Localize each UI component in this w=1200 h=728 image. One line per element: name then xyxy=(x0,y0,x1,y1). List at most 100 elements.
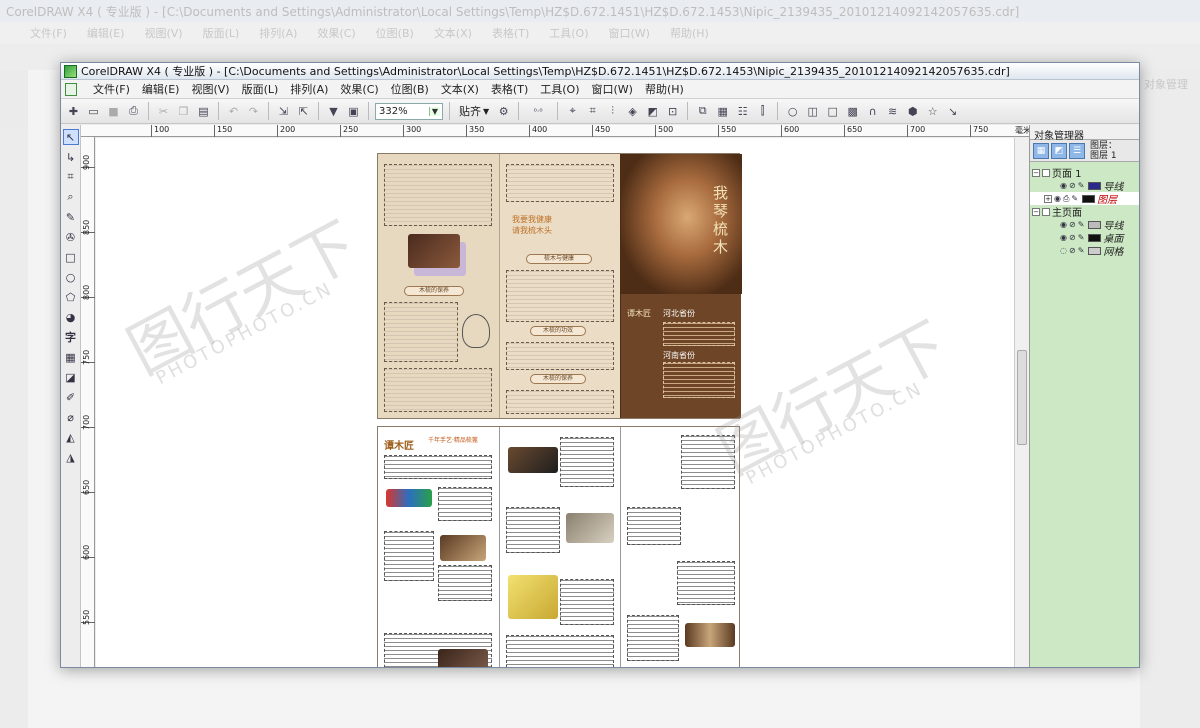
show-properties-icon[interactable]: ▦ xyxy=(1033,142,1049,159)
rectangle-icon[interactable]: □ xyxy=(824,103,841,120)
eye-icon[interactable]: ◉ xyxy=(1060,220,1067,229)
menu-bitmaps[interactable]: 位图(B) xyxy=(385,81,435,97)
tree-master-guides[interactable]: ◉ ⊘ ✎ 导线 xyxy=(1030,218,1139,232)
pick-tool-icon[interactable]: ↖ xyxy=(62,129,79,145)
open-folder-icon[interactable]: ▭ xyxy=(85,103,102,120)
text-frame[interactable] xyxy=(506,342,614,370)
menu-text[interactable]: 文本(X) xyxy=(435,81,485,97)
curve-icon[interactable]: ∩ xyxy=(864,103,881,120)
tree-layer-guides[interactable]: ◉ ⊘ ✎ 导线 xyxy=(1030,179,1139,193)
pencil-icon[interactable]: ✎ xyxy=(1078,233,1085,242)
text-frame[interactable] xyxy=(677,561,735,605)
pencil-icon[interactable]: ✎ xyxy=(1078,220,1085,229)
pencil-icon[interactable]: ✎ xyxy=(1071,194,1078,203)
menu-tools[interactable]: 工具(O) xyxy=(534,81,585,97)
print-icon[interactable]: ⊘ xyxy=(1069,246,1076,255)
text-frame[interactable] xyxy=(384,368,492,412)
text-frame[interactable] xyxy=(438,487,492,521)
ellipse-tool-icon[interactable]: ○ xyxy=(63,269,79,285)
basic-shapes-tool-icon[interactable]: ◕ xyxy=(63,309,79,325)
eyedropper-tool-icon[interactable]: ✐ xyxy=(63,389,79,405)
text-frame[interactable] xyxy=(663,362,735,398)
expand-icon[interactable]: + xyxy=(1044,194,1052,203)
save-icon[interactable]: ■ xyxy=(105,103,122,120)
tree-page-1[interactable]: − 页面 1 xyxy=(1030,166,1139,180)
text-tool-icon[interactable]: 字 xyxy=(63,329,79,345)
envelope-icon[interactable]: ◩ xyxy=(644,103,661,120)
bitmap-icon[interactable]: ▩ xyxy=(844,103,861,120)
align-icon[interactable]: ⫶ xyxy=(604,103,621,120)
text-frame[interactable] xyxy=(627,615,679,661)
text-frame[interactable] xyxy=(627,507,681,545)
drawing-canvas[interactable]: 木梳的保养 我要我健康 请我梳木头 梳木与健康 木梳的功效 木梳的保养 我琴梳木… xyxy=(96,138,1014,667)
guides-icon[interactable]: ☷ xyxy=(734,103,751,120)
paste-icon[interactable]: ▤ xyxy=(195,103,212,120)
shape-tool-icon[interactable]: ↳ xyxy=(63,149,79,165)
text-frame[interactable] xyxy=(663,322,735,346)
pencil-icon[interactable]: ✎ xyxy=(1078,181,1085,190)
text-frame[interactable] xyxy=(560,579,614,625)
new-document-icon[interactable]: ✚ xyxy=(65,103,82,120)
eye-off-icon[interactable]: ◌ xyxy=(1060,246,1067,255)
menu-layout[interactable]: 版面(L) xyxy=(236,81,285,97)
options-icon[interactable]: ⚙ xyxy=(495,103,512,120)
text-frame[interactable] xyxy=(506,270,614,322)
eye-icon[interactable]: ◉ xyxy=(1054,194,1061,203)
blend-icon[interactable]: ≋ xyxy=(884,103,901,120)
zoom-level-select[interactable]: 332% ▼ xyxy=(375,102,443,120)
collapse-icon[interactable]: − xyxy=(1032,168,1040,177)
rectangle-tool-icon[interactable]: □ xyxy=(63,249,79,265)
text-frame[interactable] xyxy=(384,455,492,479)
redo-icon[interactable]: ↷ xyxy=(245,103,262,120)
text-frame[interactable] xyxy=(506,635,614,667)
menu-file[interactable]: 文件(F) xyxy=(87,81,136,97)
menu-view[interactable]: 视图(V) xyxy=(185,81,235,97)
distribute-icon[interactable]: ⫿ xyxy=(754,103,771,120)
print-icon[interactable]: ⎙ xyxy=(125,103,142,120)
text-frame[interactable] xyxy=(384,164,492,226)
smart-fill-tool-icon[interactable]: ✇ xyxy=(63,229,79,245)
cube-icon[interactable]: ⬢ xyxy=(904,103,921,120)
application-launcher-icon[interactable]: ▼ xyxy=(325,103,342,120)
menu-window[interactable]: 窗口(W) xyxy=(586,81,639,97)
brochure-outside-spread[interactable]: 木梳的保养 我要我健康 请我梳木头 梳木与健康 木梳的功效 木梳的保养 我琴梳木… xyxy=(377,153,742,419)
horizontal-ruler[interactable]: 100 150 200 250 300 350 400 450 500 550 … xyxy=(81,125,1031,137)
fill-tool-icon[interactable]: ◭ xyxy=(63,429,79,445)
text-frame[interactable] xyxy=(681,435,735,489)
scrollbar-thumb[interactable] xyxy=(1017,350,1027,445)
eye-icon[interactable]: ◉ xyxy=(1060,181,1067,190)
text-frame[interactable] xyxy=(560,437,614,487)
chevron-down-icon[interactable]: ▼ xyxy=(428,106,440,116)
print-icon[interactable]: ⊘ xyxy=(1069,233,1076,242)
text-frame[interactable] xyxy=(384,302,458,362)
tree-master-grid[interactable]: ◌ ⊘ ✎ 网格 xyxy=(1030,244,1139,258)
document-icon[interactable] xyxy=(65,82,77,96)
cut-icon[interactable]: ✂ xyxy=(155,103,172,120)
undo-icon[interactable]: ↶ xyxy=(225,103,242,120)
tree-master-desktop[interactable]: ◉ ⊘ ✎ 桌面 xyxy=(1030,231,1139,245)
tree-layer-1[interactable]: + ◉ ⎙ ✎ 图层 xyxy=(1030,192,1139,206)
edit-across-layers-icon[interactable]: ◩ xyxy=(1051,142,1067,159)
text-frame[interactable] xyxy=(438,565,492,601)
print-icon[interactable]: ⊘ xyxy=(1069,220,1076,229)
interactive-tool-icon[interactable]: ◪ xyxy=(63,369,79,385)
grid-icon[interactable]: ▦ xyxy=(714,103,731,120)
collapse-icon[interactable]: − xyxy=(1032,207,1040,216)
tree-master-page[interactable]: − 主页面 xyxy=(1030,205,1139,219)
eye-icon[interactable]: ◉ xyxy=(1060,233,1067,242)
snap-to-button[interactable]: 贴齐 ▼ xyxy=(456,103,492,119)
ellipse-icon[interactable]: ○ xyxy=(784,103,801,120)
property-icon[interactable]: ⁰·⁰ xyxy=(525,103,551,120)
print-icon[interactable]: ⊘ xyxy=(1069,181,1076,190)
vertical-scrollbar[interactable] xyxy=(1014,138,1029,667)
text-frame[interactable] xyxy=(384,531,434,581)
menu-help[interactable]: 帮助(H) xyxy=(639,81,690,97)
outline-tool-icon[interactable]: ⌀ xyxy=(63,409,79,425)
menu-arrange[interactable]: 排列(A) xyxy=(284,81,334,97)
zoom-tool-icon[interactable]: ⌕ xyxy=(63,189,79,205)
freehand-tool-icon[interactable]: ✎ xyxy=(63,209,79,225)
layer-manager-view-icon[interactable]: ☰ xyxy=(1069,142,1085,159)
print-icon[interactable]: ⎙ xyxy=(1063,194,1069,204)
pencil-icon[interactable]: ✎ xyxy=(1078,246,1085,255)
text-frame[interactable] xyxy=(506,164,614,202)
